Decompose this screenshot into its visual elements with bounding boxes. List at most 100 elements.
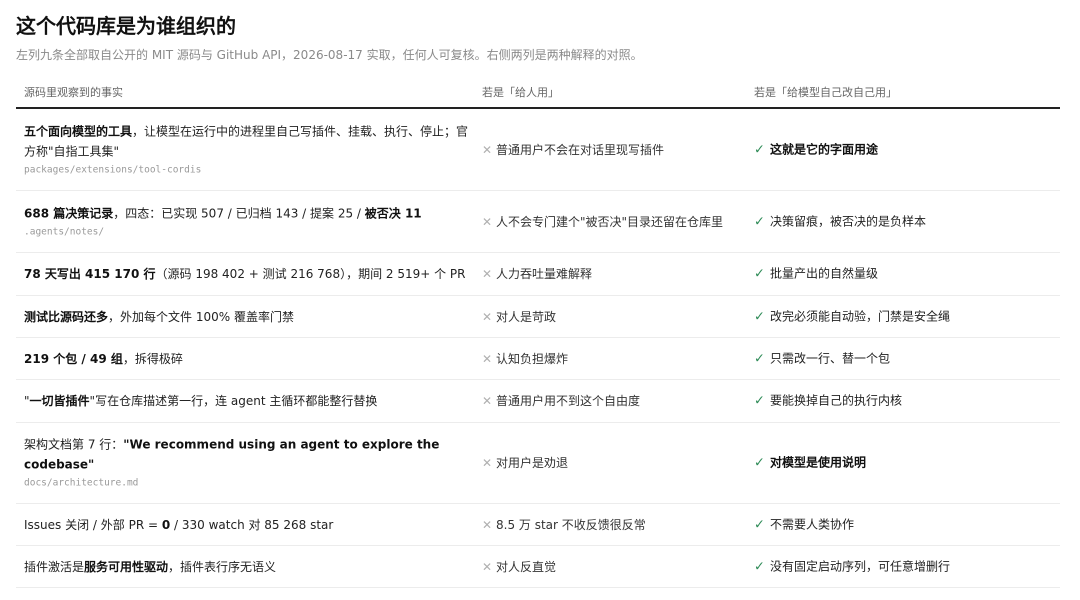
- human-cell: ✕ 对人反直觉: [482, 557, 744, 577]
- fact-emphasis: 688 篇决策记录: [24, 206, 114, 220]
- fact-text: 架构文档第 7 行："We recommend using an agent t…: [24, 438, 439, 472]
- table-row: 五个面向模型的工具，让模型在运行中的进程里自己写插件、挂载、执行、停止；官方称"…: [16, 109, 1060, 191]
- human-cell: ✕ 对用户是劝退: [482, 453, 744, 473]
- table-body: 五个面向模型的工具，让模型在运行中的进程里自己写插件、挂载、执行、停止；官方称"…: [16, 109, 1060, 588]
- page-title: 这个代码库是为谁组织的: [16, 14, 236, 38]
- human-interpretation: 认知负担爆炸: [496, 351, 569, 366]
- fact-emphasis: 78 天写出 415 170 行: [24, 267, 156, 281]
- cross-icon: ✕: [482, 351, 493, 366]
- cross-icon: ✕: [482, 142, 493, 157]
- cross-icon: ✕: [482, 267, 493, 281]
- fact-text: 五个面向模型的工具，让模型在运行中的进程里自己写插件、挂载、执行、停止；官方称"…: [24, 124, 468, 158]
- model-cell: ✓ 决策留痕，被否决的是负样本: [754, 211, 1054, 232]
- human-cell: ✕ 8.5 万 star 不收反馈很反常: [482, 515, 744, 535]
- human-interpretation: 人力吞吐量难解释: [496, 267, 593, 281]
- cross-icon: ✕: [482, 456, 493, 470]
- fact-cell: 688 篇决策记录，四态：已实现 507 / 已归档 143 / 提案 25 /…: [24, 203, 472, 240]
- table-header: 源码里观察到的事实 若是「给人用」 若是「给模型自己改自己用」: [16, 80, 1060, 109]
- fact-segment: ，插件表行序无语义: [168, 559, 277, 574]
- model-interpretation: 批量产出的自然量级: [770, 266, 879, 281]
- human-cell: ✕ 对人是苛政: [482, 307, 744, 327]
- fact-segment: Issues 关闭 / 外部 PR =: [24, 517, 162, 532]
- human-cell: ✕ 认知负担爆炸: [482, 349, 744, 369]
- header-fact: 源码里观察到的事实: [24, 86, 123, 99]
- table-row: 219 个包 / 49 组，拆得极碎 ✕ 认知负担爆炸 ✓ 只需改一行、替一个包: [16, 338, 1060, 380]
- fact-emphasis: 一切皆插件: [29, 394, 90, 408]
- human-interpretation: 人不会专门建个"被否决"目录还留在仓库里: [496, 214, 724, 229]
- human-interpretation: 普通用户用不到这个自由度: [496, 394, 641, 408]
- fact-segment: "写在仓库描述第一行，连 agent 主循环都能整行替换: [89, 394, 378, 408]
- fact-cell: 插件激活是服务可用性驱动，插件表行序无语义: [24, 557, 472, 577]
- check-icon: ✓: [754, 455, 765, 471]
- check-icon: ✓: [754, 517, 765, 532]
- model-cell: ✓ 改完必须能自动验，门禁是安全绳: [754, 306, 1054, 327]
- page-subtitle: 左列九条全部取自公开的 MIT 源码与 GitHub API，2026-08-1…: [16, 48, 643, 62]
- check-icon: ✓: [754, 142, 765, 157]
- fact-emphasis: 被否决 11: [364, 206, 422, 220]
- cross-icon: ✕: [482, 559, 493, 574]
- model-interpretation: 改完必须能自动验，门禁是安全绳: [770, 309, 951, 323]
- human-interpretation: 对用户是劝退: [496, 456, 569, 470]
- table-row: 插件激活是服务可用性驱动，插件表行序无语义 ✕ 对人反直觉 ✓ 没有固定启动序列，可任意…: [16, 546, 1060, 588]
- table-row: 688 篇决策记录，四态：已实现 507 / 已归档 143 / 提案 25 /…: [16, 191, 1060, 253]
- fact-cell: 五个面向模型的工具，让模型在运行中的进程里自己写插件、挂载、执行、停止；官方称"…: [24, 121, 472, 178]
- fact-segment: / 330 watch 对 85 268 star: [170, 517, 334, 532]
- human-cell: ✕ 人不会专门建个"被否决"目录还留在仓库里: [482, 212, 744, 232]
- fact-cell: 78 天写出 415 170 行（源码 198 402 + 测试 216 768…: [24, 264, 472, 284]
- fact-text: 219 个包 / 49 组，拆得极碎: [24, 352, 183, 366]
- fact-segment: （源码 198 402 + 测试 216 768），期间 2 519+ 个 PR: [155, 267, 466, 281]
- model-interpretation: 不需要人类协作: [770, 517, 855, 531]
- table-row: 架构文档第 7 行："We recommend using an agent t…: [16, 423, 1060, 504]
- fact-segment: ，外加每个文件 100% 覆盖率门禁: [108, 309, 294, 324]
- model-cell: ✓ 这就是它的字面用途: [754, 139, 1054, 160]
- check-icon: ✓: [754, 214, 765, 229]
- fact-text: 688 篇决策记录，四态：已实现 507 / 已归档 143 / 提案 25 /…: [24, 206, 422, 220]
- check-icon: ✓: [754, 266, 765, 282]
- fact-segment: ，四态：已实现 507 / 已归档 143 / 提案 25 /: [113, 206, 365, 220]
- fact-segment: 插件激活是: [24, 559, 85, 574]
- header-human: 若是「给人用」: [482, 86, 559, 99]
- model-interpretation: 决策留痕，被否决的是负样本: [770, 214, 927, 228]
- human-interpretation: 对人反直觉: [496, 559, 557, 574]
- fact-cell: 219 个包 / 49 组，拆得极碎: [24, 349, 472, 369]
- check-icon: ✓: [754, 351, 765, 366]
- human-interpretation: 对人是苛政: [496, 309, 557, 324]
- check-icon: ✓: [754, 309, 765, 324]
- fact-segment: 架构文档第 7 行：: [24, 437, 124, 452]
- fact-emphasis: 五个面向模型的工具: [24, 124, 133, 138]
- model-cell: ✓ 只需改一行、替一个包: [754, 348, 1054, 369]
- cross-icon: ✕: [482, 309, 493, 324]
- fact-cell: "一切皆插件"写在仓库描述第一行，连 agent 主循环都能整行替换: [24, 391, 472, 411]
- header-model: 若是「给模型自己改自己用」: [754, 86, 897, 99]
- model-cell: ✓ 要能换掉自己的执行内核: [754, 391, 1054, 412]
- source-path: .agents/notes/: [24, 226, 105, 237]
- fact-cell: 测试比源码还多，外加每个文件 100% 覆盖率门禁: [24, 307, 472, 327]
- human-interpretation: 8.5 万 star 不收反馈很反常: [496, 517, 646, 532]
- source-path: packages/extensions/tool-cordis: [24, 164, 202, 175]
- fact-text: Issues 关闭 / 外部 PR = 0 / 330 watch 对 85 2…: [24, 518, 333, 532]
- check-icon: ✓: [754, 393, 765, 409]
- fact-text: "一切皆插件"写在仓库描述第一行，连 agent 主循环都能整行替换: [24, 394, 377, 408]
- model-interpretation: 要能换掉自己的执行内核: [770, 393, 903, 408]
- fact-segment: ，拆得极碎: [122, 351, 183, 366]
- table-row: Issues 关闭 / 外部 PR = 0 / 330 watch 对 85 2…: [16, 504, 1060, 546]
- model-cell: ✓ 不需要人类协作: [754, 514, 1054, 535]
- model-cell: ✓ 批量产出的自然量级: [754, 264, 1054, 285]
- fact-text: 插件激活是服务可用性驱动，插件表行序无语义: [24, 560, 276, 574]
- comparison-table: 源码里观察到的事实 若是「给人用」 若是「给模型自己改自己用」 五个面向模型的工…: [16, 80, 1060, 588]
- cross-icon: ✕: [482, 517, 493, 532]
- fact-text: 测试比源码还多，外加每个文件 100% 覆盖率门禁: [24, 310, 294, 324]
- cross-icon: ✕: [482, 394, 493, 408]
- human-cell: ✕ 普通用户用不到这个自由度: [482, 391, 744, 411]
- human-interpretation: 普通用户不会在对话里现写插件: [496, 142, 665, 157]
- human-cell: ✕ 人力吞吐量难解释: [482, 264, 744, 284]
- cross-icon: ✕: [482, 214, 493, 229]
- fact-emphasis: 服务可用性驱动: [84, 559, 169, 574]
- model-cell: ✓ 对模型是使用说明: [754, 453, 1054, 474]
- model-interpretation: 没有固定启动序列，可任意增删行: [770, 559, 951, 573]
- model-cell: ✓ 没有固定启动序列，可任意增删行: [754, 556, 1054, 577]
- fact-cell: Issues 关闭 / 外部 PR = 0 / 330 watch 对 85 2…: [24, 515, 472, 535]
- source-path: docs/architecture.md: [24, 477, 139, 489]
- table-row: 测试比源码还多，外加每个文件 100% 覆盖率门禁 ✕ 对人是苛政 ✓ 改完必须能自动验…: [16, 296, 1060, 338]
- fact-emphasis: 219 个包 / 49 组: [24, 351, 123, 366]
